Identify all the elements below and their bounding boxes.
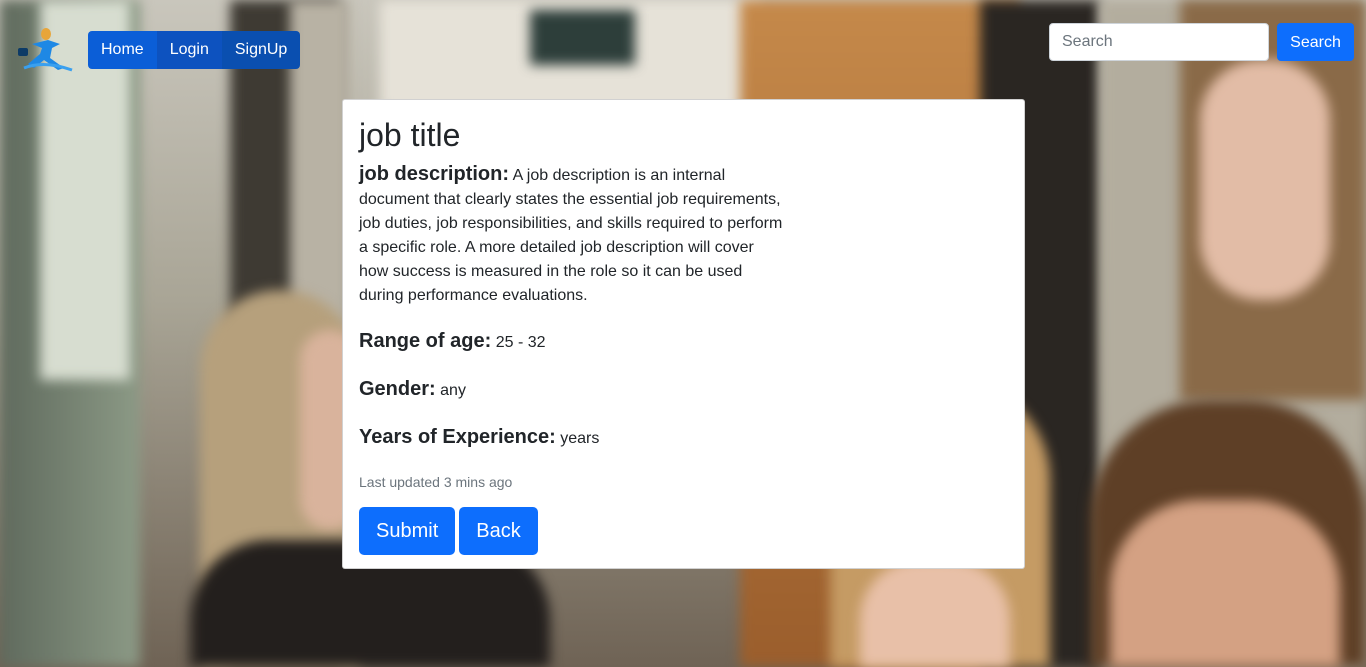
submit-button[interactable]: Submit	[359, 507, 456, 555]
gender-value: any	[440, 382, 466, 399]
job-description-label: job description:	[359, 163, 509, 185]
experience-value: years	[560, 430, 600, 447]
last-updated-text: Last updated 3 mins ago	[359, 474, 513, 490]
age-range-label: Range of age:	[359, 330, 492, 352]
gender-field: Gender: any	[359, 374, 1008, 406]
nav-home-button[interactable]: Home	[88, 31, 157, 69]
experience-label: Years of Experience:	[359, 426, 556, 448]
search-input[interactable]	[1049, 23, 1269, 61]
back-button[interactable]: Back	[459, 507, 538, 555]
job-description-text: A job description is an internal documen…	[359, 167, 783, 304]
search-button[interactable]: Search	[1277, 23, 1354, 61]
job-card: job title job description: A job descrip…	[342, 99, 1025, 569]
job-title: job title	[359, 117, 461, 153]
job-description: job description: A job description is an…	[359, 162, 785, 308]
card-actions: Submit Back	[359, 507, 1008, 555]
experience-field: Years of Experience: years	[359, 422, 1008, 454]
nav-login-button[interactable]: Login	[156, 31, 222, 69]
gender-label: Gender:	[359, 378, 436, 400]
age-range-value: 25 - 32	[495, 334, 546, 351]
age-range-field: Range of age: 25 - 32	[359, 326, 1008, 358]
site-logo-icon[interactable]	[14, 24, 74, 76]
nav-signup-button[interactable]: SignUp	[221, 31, 301, 69]
nav-button-group: Home Login SignUp	[88, 31, 301, 69]
